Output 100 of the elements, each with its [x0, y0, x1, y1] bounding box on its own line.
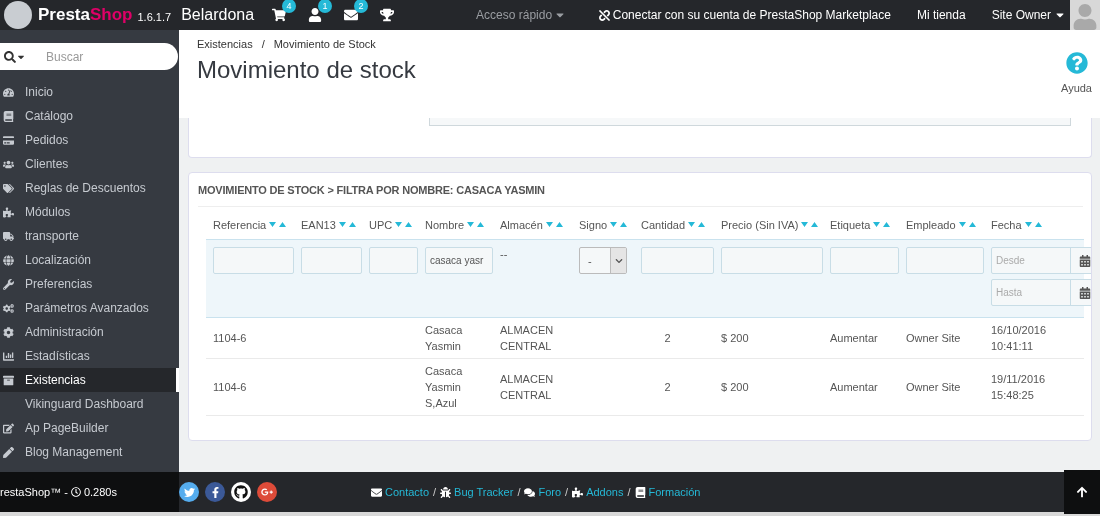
- filter-input[interactable]: casaca yasr: [425, 247, 493, 274]
- sidebar-item[interactable]: Preferencias: [0, 272, 179, 296]
- filter-input[interactable]: [301, 247, 362, 274]
- search-field[interactable]: Buscar: [0, 43, 178, 70]
- sidebar-item[interactable]: Ap PageBuilder: [0, 416, 179, 440]
- sidebar-item[interactable]: Vikinguard Dashboard: [0, 392, 179, 416]
- sort-icon[interactable]: [395, 222, 413, 228]
- version-text: 1.6.1.7: [137, 10, 172, 23]
- quick-access-menu[interactable]: Acceso rápido: [476, 8, 567, 22]
- scroll-top-button[interactable]: [1064, 470, 1100, 514]
- facebook-button[interactable]: [205, 482, 225, 502]
- wrench-icon: [3, 278, 14, 290]
- empty-filter-text: --: [500, 248, 508, 260]
- date-field[interactable]: Hasta: [991, 279, 1091, 306]
- table-cell: Casaca Yasmin S,Azul: [418, 358, 493, 416]
- filter-input[interactable]: [906, 247, 984, 274]
- edit-icon: [3, 422, 14, 434]
- footer-brand: restaShop™ -: [0, 486, 68, 498]
- sidebar-item[interactable]: Estadísticas: [0, 344, 179, 368]
- table-cell: 2: [634, 317, 714, 359]
- date-input[interactable]: Hasta: [992, 280, 1070, 305]
- sidebar-item[interactable]: Pedidos: [0, 128, 179, 152]
- calendar-button[interactable]: [1070, 280, 1091, 305]
- sidebar-item[interactable]: Blog Management: [0, 440, 179, 464]
- arrow-up-icon: [1076, 486, 1088, 498]
- user-menu[interactable]: Site Owner: [991, 8, 1066, 22]
- column-header: UPC: [369, 219, 393, 231]
- filter-input[interactable]: [721, 247, 823, 274]
- column-header: Signo: [579, 219, 608, 231]
- sidebar-item[interactable]: Clientes: [0, 152, 179, 176]
- gear-icon: [3, 326, 14, 338]
- twitter-button[interactable]: [179, 482, 199, 502]
- sort-icon[interactable]: [958, 222, 976, 228]
- sort-icon[interactable]: [269, 222, 287, 228]
- footer-link[interactable]: Formación: [634, 486, 701, 498]
- puzzle-icon: [572, 486, 584, 498]
- sort-icon[interactable]: [610, 222, 628, 228]
- column-header: Fecha: [991, 219, 1022, 231]
- help-button[interactable]: Ayuda: [1061, 52, 1092, 118]
- filter-input[interactable]: [830, 247, 899, 274]
- filter-input[interactable]: [369, 247, 418, 274]
- avatar-silhouette[interactable]: [1070, 0, 1100, 30]
- input-field[interactable]: [429, 118, 1071, 126]
- brand-name: PrestaShop: [38, 5, 133, 25]
- sidebar-item[interactable]: Localización: [0, 248, 179, 272]
- sidebar-item[interactable]: Existencias: [0, 368, 179, 392]
- sort-icon[interactable]: [801, 222, 819, 228]
- sidebar-item[interactable]: Reglas de Descuentos: [0, 176, 179, 200]
- table-cell: $ 200: [714, 358, 823, 416]
- table-cell: 2: [634, 358, 714, 416]
- footer-link[interactable]: Bug Tracker: [440, 486, 514, 498]
- sidebar-item[interactable]: Catálogo: [0, 104, 179, 128]
- logo-icon: [4, 1, 32, 29]
- sort-icon[interactable]: [338, 222, 356, 228]
- link-separator: /: [565, 486, 569, 498]
- table-cell: Owner Site: [899, 358, 984, 416]
- search-icon[interactable]: [4, 50, 16, 63]
- calendar-icon: [1078, 254, 1091, 267]
- calendar-button[interactable]: [1070, 248, 1091, 273]
- breadcrumb-link[interactable]: Existencias: [197, 38, 253, 50]
- github-button[interactable]: [231, 482, 251, 502]
- count-badge: 2: [354, 0, 369, 13]
- footer-link[interactable]: Foro: [524, 486, 562, 498]
- gears-icon: [3, 302, 14, 314]
- column-header: Empleado: [906, 219, 956, 231]
- select-field[interactable]: -: [579, 247, 627, 274]
- trophy-icon[interactable]: [380, 8, 395, 22]
- sort-icon[interactable]: [467, 222, 485, 228]
- column-header: Cantidad: [641, 219, 686, 231]
- clock-icon: [70, 487, 81, 497]
- footer-link[interactable]: Contacto: [371, 486, 430, 498]
- sidebar-item[interactable]: transporte: [0, 224, 179, 248]
- footer-link[interactable]: Addons: [572, 486, 624, 498]
- breadcrumb-separator: /: [261, 38, 265, 50]
- sort-icon[interactable]: [873, 222, 891, 228]
- sidebar-item[interactable]: Parámetros Avanzados: [0, 296, 179, 320]
- user-icon[interactable]: [308, 8, 323, 22]
- sidebar-item[interactable]: Módulos: [0, 200, 179, 224]
- google-plus-button[interactable]: [257, 482, 277, 502]
- shop-name[interactable]: Belardona: [181, 6, 255, 24]
- column-header: Nombre: [425, 219, 465, 231]
- date-input[interactable]: Desde: [992, 248, 1070, 273]
- store-link[interactable]: Mi tienda: [916, 8, 966, 22]
- table-cell: 16/10/2016 10:41:11: [984, 317, 1084, 359]
- sort-icon[interactable]: [545, 222, 563, 228]
- filter-input[interactable]: [213, 247, 294, 274]
- link-separator: /: [433, 486, 437, 498]
- filter-input[interactable]: [641, 247, 714, 274]
- table-cell: 1104-6: [206, 358, 294, 416]
- cart-icon[interactable]: [272, 8, 287, 22]
- sidebar-item[interactable]: Administración: [0, 320, 179, 344]
- breadcrumb-link[interactable]: Movimiento de Stock: [273, 38, 376, 50]
- sort-icon[interactable]: [688, 222, 706, 228]
- twitter-icon: [183, 486, 195, 498]
- date-field[interactable]: Desde: [991, 247, 1091, 274]
- envelope-icon[interactable]: [344, 8, 359, 22]
- marketplace-link[interactable]: Conectar con su cuenta de PrestaShop Marketplace: [598, 8, 891, 22]
- pencil-icon: [3, 446, 14, 458]
- sidebar-item[interactable]: Inicio: [0, 80, 179, 104]
- sort-icon[interactable]: [1024, 222, 1042, 228]
